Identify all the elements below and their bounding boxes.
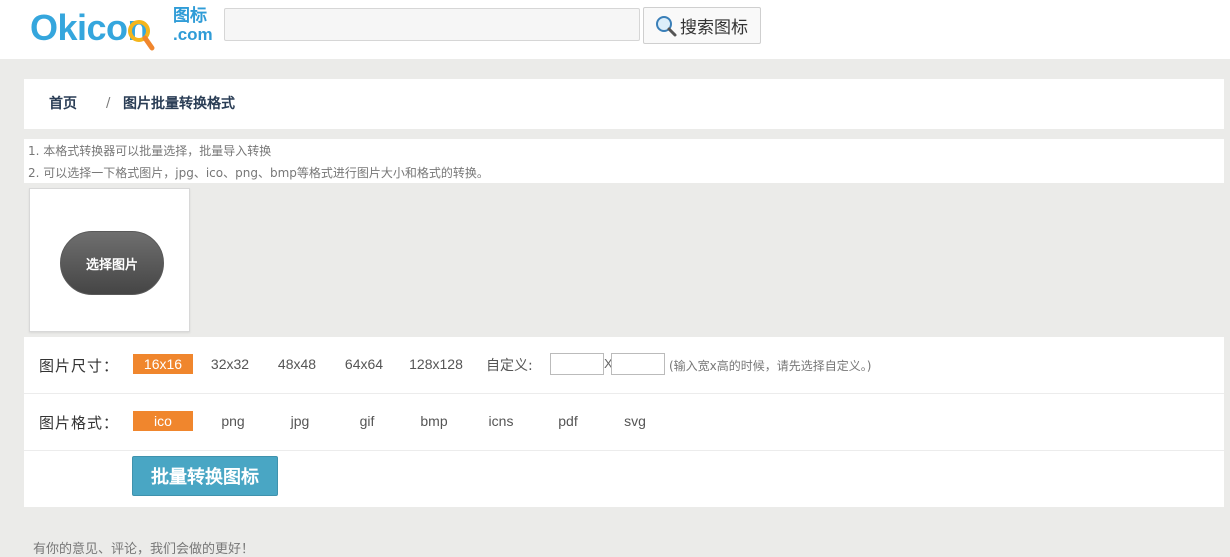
format-option-pdf[interactable]: pdf <box>544 411 592 431</box>
format-option-ico[interactable]: ico <box>133 411 193 431</box>
size-option-32[interactable]: 32x32 <box>204 354 256 374</box>
format-option-svg[interactable]: svg <box>611 411 659 431</box>
custom-size-label[interactable]: 自定义: <box>486 355 533 375</box>
size-label: 图片尺寸： <box>39 357 120 375</box>
instruction-line-2: 2. 可以选择一下格式图片，jpg、ico、png、bmp等格式进行图片大小和格… <box>28 166 489 180</box>
search-icon <box>656 15 677 36</box>
format-row: 图片格式： ico png jpg gif bmp icns pdf svg <box>24 394 1224 451</box>
format-option-bmp[interactable]: bmp <box>410 411 458 431</box>
size-option-16[interactable]: 16x16 <box>133 354 193 374</box>
choose-image-button[interactable]: 选择图片 <box>60 231 164 295</box>
format-option-icns[interactable]: icns <box>477 411 525 431</box>
format-option-gif[interactable]: gif <box>343 411 391 431</box>
instructions-box: 1. 本格式转换器可以批量选择，批量导入转换 2. 可以选择一下格式图片，jpg… <box>24 139 1224 183</box>
upload-area: 选择图片 <box>29 188 190 332</box>
size-option-128[interactable]: 128x128 <box>405 354 467 374</box>
site-logo[interactable]: Okicon 图标 .com <box>30 4 213 54</box>
logo-cn-text: 图标 <box>173 6 207 26</box>
breadcrumb-home-link[interactable]: 首页 <box>49 79 77 129</box>
size-option-64[interactable]: 64x64 <box>338 354 390 374</box>
logo-magnifier-icon <box>128 20 155 51</box>
logo-domain-text: .com <box>173 25 213 44</box>
format-label: 图片格式： <box>39 414 120 432</box>
breadcrumb: 首页 / 图片批量转换格式 <box>24 79 1224 129</box>
size-option-48[interactable]: 48x48 <box>271 354 323 374</box>
format-option-png[interactable]: png <box>209 411 257 431</box>
custom-height-input[interactable] <box>611 353 665 375</box>
conversion-options-panel: 图片尺寸： 16x16 32x32 48x48 64x64 128x128 自定… <box>24 337 1224 507</box>
logo-side-text: 图标 .com <box>173 7 213 45</box>
custom-size-hint: (输入宽x高的时候，请先选择自定义。) <box>669 359 872 373</box>
search-input[interactable] <box>224 8 640 41</box>
site-header: Okicon 图标 .com 搜索图标 <box>0 0 1230 59</box>
search-button[interactable]: 搜索图标 <box>643 7 761 44</box>
search-button-label: 搜索图标 <box>680 18 748 38</box>
instruction-line-1: 1. 本格式转换器可以批量选择，批量导入转换 <box>28 144 272 158</box>
size-row: 图片尺寸： 16x16 32x32 48x48 64x64 128x128 自定… <box>24 337 1224 394</box>
breadcrumb-current: 图片批量转换格式 <box>123 96 235 112</box>
breadcrumb-separator: / <box>106 96 111 111</box>
batch-convert-button[interactable]: 批量转换图标 <box>132 456 278 496</box>
format-option-jpg[interactable]: jpg <box>276 411 324 431</box>
custom-width-input[interactable] <box>550 353 604 375</box>
